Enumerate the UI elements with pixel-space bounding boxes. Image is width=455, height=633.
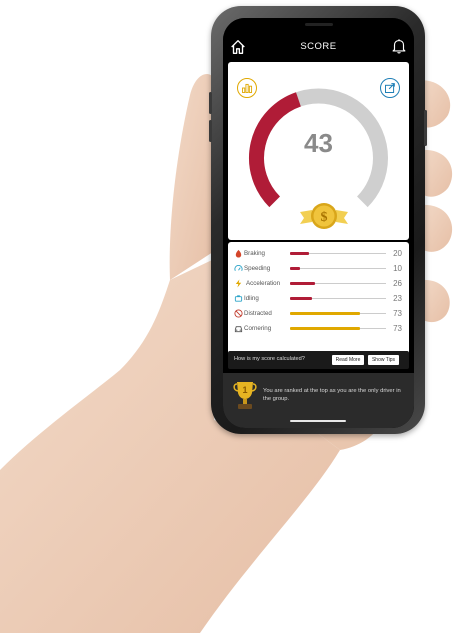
volume-up-button	[209, 92, 212, 114]
ranking-banner: 1 You are ranked at the top as you are t…	[223, 373, 414, 428]
lightning-icon	[235, 279, 242, 288]
metrics-list: Braking 20 Speeding 10 Acceleration 26 I…	[228, 242, 409, 362]
metric-bar	[290, 326, 361, 330]
metric-bar	[290, 251, 310, 255]
metric-label: Idling	[244, 295, 259, 302]
ranking-message: You are ranked at the top as you are the…	[263, 388, 401, 402]
metric-label: Speeding	[244, 265, 271, 272]
metric-row-speeding[interactable]: Speeding 10	[228, 262, 409, 276]
metric-label: Distracted	[244, 310, 272, 317]
power-button	[424, 110, 427, 146]
metric-value: 73	[393, 309, 402, 318]
metric-track	[290, 268, 386, 269]
engine-icon	[234, 295, 243, 302]
score-calculation-question: How is my score calculated?	[234, 356, 305, 362]
metric-row-distracted[interactable]: Distracted 73	[228, 307, 409, 321]
metric-value: 73	[393, 324, 402, 333]
no-phone-icon	[234, 309, 243, 318]
show-tips-button[interactable]: Show Tips	[368, 355, 399, 365]
share-button[interactable]	[380, 78, 400, 98]
share-icon	[385, 83, 395, 93]
dollar-medal-icon: $	[300, 203, 348, 229]
metric-row-cornering[interactable]: Cornering 73	[228, 322, 409, 336]
metric-value: 23	[393, 294, 402, 303]
metric-value: 26	[393, 279, 402, 288]
phone-screen: SCORE 43 $ Braking 20 Speeding 10 Accele…	[223, 18, 414, 428]
metric-row-braking[interactable]: Braking 20	[228, 247, 409, 261]
metric-label: Braking	[244, 250, 265, 257]
car-front-icon	[234, 326, 243, 333]
score-value: 43	[304, 128, 333, 158]
volume-down-button	[209, 120, 212, 142]
metric-bar	[290, 311, 361, 315]
score-info-bar: How is my score calculated? Read More Sh…	[228, 351, 409, 369]
score-gauge-card: 43 $	[228, 62, 409, 240]
page-title: SCORE	[300, 41, 337, 52]
metric-bar	[290, 266, 300, 270]
metric-label: Cornering	[244, 325, 272, 332]
read-more-button[interactable]: Read More	[332, 355, 364, 365]
brake-icon	[235, 249, 242, 258]
trophy-icon: 1	[233, 382, 257, 409]
bar-chart-icon	[242, 83, 253, 93]
metric-value: 10	[393, 264, 402, 273]
metric-row-idling[interactable]: Idling 23	[228, 292, 409, 306]
bell-icon[interactable]	[390, 37, 408, 55]
notch	[268, 18, 369, 35]
metric-bar	[290, 281, 315, 285]
metric-value: 20	[393, 249, 402, 258]
svg-text:1: 1	[242, 385, 247, 395]
bar-chart-button[interactable]	[237, 78, 257, 98]
home-indicator[interactable]	[290, 419, 346, 422]
svg-text:$: $	[321, 210, 328, 225]
metric-bar	[290, 296, 313, 300]
metric-row-acceleration[interactable]: Acceleration 26	[228, 277, 409, 291]
speedometer-icon	[234, 264, 243, 271]
metric-label: Acceleration	[246, 280, 281, 287]
